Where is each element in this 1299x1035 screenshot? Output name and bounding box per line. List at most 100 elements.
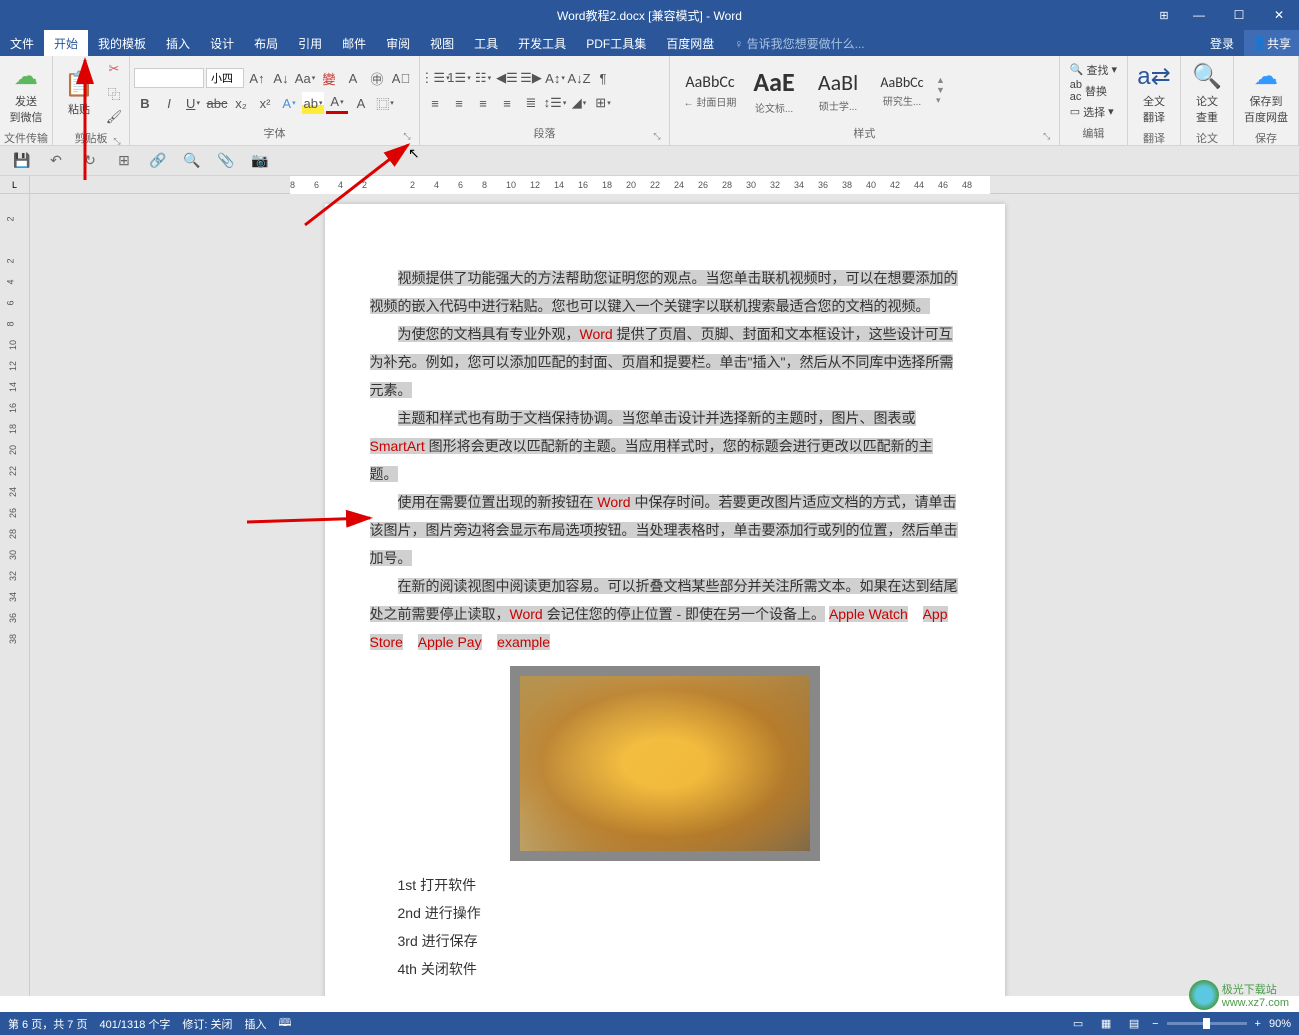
sort-button[interactable]: A↓Z (568, 67, 590, 89)
increase-indent-button[interactable]: ☰▶ (520, 67, 542, 89)
change-case-button[interactable]: Aa (294, 67, 316, 89)
styles-dialog-launcher[interactable]: ⤡ (1041, 131, 1053, 143)
maximize-button[interactable]: ☐ (1219, 0, 1259, 30)
share-button[interactable]: 👤 共享 (1244, 30, 1299, 56)
border-char-button[interactable]: A (342, 67, 364, 89)
align-center-button[interactable]: ≡ (448, 92, 470, 114)
translate-button[interactable]: a⇄ 全文 翻译 (1132, 58, 1176, 128)
menu-file[interactable]: 文件 (0, 30, 44, 56)
zoom-slider[interactable] (1167, 1022, 1247, 1025)
menu-references[interactable]: 引用 (288, 30, 332, 56)
ruler-horizontal[interactable]: 8642246810121416182022242628303234363840… (30, 176, 1299, 194)
menu-layout[interactable]: 布局 (244, 30, 288, 56)
status-insert[interactable]: 插入 (245, 1016, 267, 1032)
enclose-char-button[interactable]: ㊥ (366, 67, 388, 89)
text-direction-button[interactable]: A↕ (544, 67, 566, 89)
status-words[interactable]: 401/1318 个字 (99, 1016, 170, 1032)
multilevel-button[interactable]: ☷ (472, 67, 494, 89)
show-marks-button[interactable]: ¶ (592, 67, 614, 89)
distribute-button[interactable]: ≣ (520, 92, 542, 114)
menu-insert[interactable]: 插入 (156, 30, 200, 56)
paper-check-button[interactable]: 🔍 论文 查重 (1185, 58, 1229, 128)
document-text[interactable]: 视频提供了功能强大的方法帮助您证明您的观点。当您单击联机视频时，可以在想要添加的… (370, 264, 960, 983)
qat-btn-4[interactable]: ⊞ (114, 151, 134, 171)
menu-pdf[interactable]: PDF工具集 (576, 30, 656, 56)
numbering-button[interactable]: 1☰ (448, 67, 470, 89)
pinyin-button[interactable]: 變 (318, 67, 340, 89)
font-name-input[interactable] (134, 68, 204, 88)
font-color-button[interactable]: A (326, 92, 348, 114)
highlight-button[interactable]: ab (302, 92, 324, 114)
align-left-button[interactable]: ≡ (424, 92, 446, 114)
close-button[interactable]: ✕ (1259, 0, 1299, 30)
shading-button[interactable]: ◢ (568, 92, 590, 114)
style-item-4[interactable]: AaBbCc 研究生... (872, 74, 932, 108)
ruler-corner[interactable]: L (0, 176, 30, 194)
save-button[interactable]: 💾 (12, 151, 32, 171)
find-button[interactable]: 🔍 查找 ▾ (1070, 62, 1117, 78)
qat-btn-6[interactable]: 🔍 (182, 151, 202, 171)
line-spacing-button[interactable]: ↕☰ (544, 92, 566, 114)
bold-button[interactable]: B (134, 92, 156, 114)
shrink-font-button[interactable]: A↓ (270, 67, 292, 89)
minimize-button[interactable]: — (1179, 0, 1219, 30)
qat-btn-8[interactable]: 📷 (250, 151, 270, 171)
undo-button[interactable]: ↶ (46, 151, 66, 171)
qat-btn-7[interactable]: 📎 (216, 151, 236, 171)
style-item-1[interactable]: AaBbCc ← 封面日期 (680, 73, 740, 109)
format-painter-button[interactable]: 🖌 (103, 106, 125, 128)
font-size-input[interactable] (206, 68, 244, 88)
view-read-button[interactable]: ▭ (1068, 1016, 1088, 1032)
menu-templates[interactable]: 我的模板 (88, 30, 156, 56)
justify-button[interactable]: ≡ (496, 92, 518, 114)
page-area[interactable]: 视频提供了功能强大的方法帮助您证明您的观点。当您单击联机视频时，可以在想要添加的… (30, 194, 1299, 996)
status-page[interactable]: 第 6 页，共 7 页 (8, 1016, 87, 1032)
paragraph-dialog-launcher[interactable]: ⤡ (651, 131, 663, 143)
menu-mailings[interactable]: 邮件 (332, 30, 376, 56)
text-effects-button[interactable]: A (278, 92, 300, 114)
subscript-button[interactable]: x₂ (230, 92, 252, 114)
zoom-out-button[interactable]: − (1152, 1018, 1158, 1030)
status-revision[interactable]: 修订: 关闭 (182, 1016, 232, 1032)
bullets-button[interactable]: ⋮☰ (424, 67, 446, 89)
menu-developer[interactable]: 开发工具 (508, 30, 576, 56)
qat-btn-5[interactable]: 🔗 (148, 151, 168, 171)
replace-button[interactable]: abac 替换 (1070, 79, 1117, 103)
view-print-button[interactable]: ▦ (1096, 1016, 1116, 1032)
char-shading-button[interactable]: A (350, 92, 372, 114)
decrease-indent-button[interactable]: ◀☰ (496, 67, 518, 89)
save-baidu-button[interactable]: ☁ 保存到 百度网盘 (1238, 58, 1294, 128)
menu-home[interactable]: 开始 (44, 30, 88, 56)
status-book-icon[interactable]: 🕮 (279, 1014, 292, 1033)
menu-baidu[interactable]: 百度网盘 (656, 30, 724, 56)
italic-button[interactable]: I (158, 92, 180, 114)
ribbon-display-icon[interactable]: ⊞ (1149, 0, 1179, 30)
font-dialog-launcher[interactable]: ⤡ (401, 131, 413, 143)
menu-review[interactable]: 审阅 (376, 30, 420, 56)
document-image-leaf[interactable] (510, 666, 820, 861)
style-item-3[interactable]: AaBl 硕士学... (808, 69, 868, 113)
align-right-button[interactable]: ≡ (472, 92, 494, 114)
tell-me-input[interactable]: ♀ 告诉我您想要做什么... (724, 35, 874, 52)
menu-tools[interactable]: 工具 (464, 30, 508, 56)
underline-button[interactable]: U (182, 92, 204, 114)
borders-button[interactable]: ⊞ (592, 92, 614, 114)
grow-font-button[interactable]: A↑ (246, 67, 268, 89)
copy-button[interactable]: ⿻ (103, 82, 125, 104)
view-web-button[interactable]: ▤ (1124, 1016, 1144, 1032)
style-item-2[interactable]: AaE 论文标... (744, 66, 804, 115)
login-button[interactable]: 登录 (1200, 35, 1244, 52)
char-border-button[interactable]: ⿴ (374, 92, 396, 114)
redo-button[interactable]: ↻ (80, 151, 100, 171)
ruler-vertical[interactable]: 22468101214161820222426283032343638 (0, 194, 30, 996)
zoom-level[interactable]: 90% (1269, 1018, 1291, 1030)
menu-design[interactable]: 设计 (200, 30, 244, 56)
strikethrough-button[interactable]: abc (206, 92, 228, 114)
clipboard-dialog-launcher[interactable]: ⤡ (111, 136, 123, 148)
styles-expand-button[interactable]: ▲▼▾ (936, 75, 945, 106)
paste-button[interactable]: 📋 粘贴 (57, 58, 101, 128)
menu-view[interactable]: 视图 (420, 30, 464, 56)
superscript-button[interactable]: x² (254, 92, 276, 114)
cut-button[interactable]: ✂ (103, 58, 125, 80)
clear-format-button[interactable]: A⃠ (390, 67, 412, 89)
